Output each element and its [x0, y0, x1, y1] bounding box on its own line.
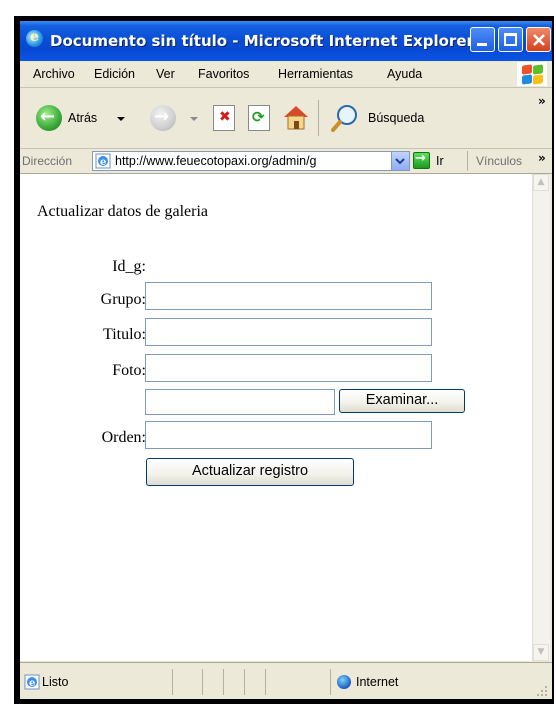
title-bar[interactable]: e Documento sin título - Microsoft Inter…	[20, 21, 552, 61]
titulo-input[interactable]	[145, 318, 432, 346]
standard-toolbar: ← Atrás → ✖ ⟳ Búsqueda »	[20, 88, 552, 149]
scroll-up-icon[interactable]: ▲	[533, 174, 549, 191]
foto-input[interactable]	[145, 354, 432, 382]
toolbar-overflow-icon[interactable]: »	[538, 94, 546, 108]
foto-label: Foto:	[112, 362, 146, 379]
back-icon[interactable]: ←	[36, 105, 62, 131]
address-url[interactable]: http://www.feuecotopaxi.org/admin/g	[115, 154, 387, 168]
chevron-down-icon	[395, 158, 405, 165]
minimize-icon	[477, 43, 487, 46]
id-label: Id_g:	[112, 258, 146, 275]
close-button[interactable]	[526, 27, 551, 52]
page-content: Actualizar datos de galeria Id_g: Grupo:…	[20, 174, 532, 661]
svg-text:e: e	[100, 157, 106, 168]
titulo-label: Titulo:	[103, 326, 146, 343]
browser-window: e Documento sin título - Microsoft Inter…	[20, 21, 552, 699]
close-icon	[533, 34, 545, 46]
vertical-scrollbar[interactable]: ▲ ▼	[532, 174, 550, 661]
resize-grip-icon[interactable]	[534, 683, 548, 697]
menu-ver[interactable]: Ver	[156, 67, 175, 81]
grupo-label: Grupo:	[100, 291, 146, 308]
security-zone-label: Internet	[356, 675, 399, 689]
page-heading: Actualizar datos de galeria	[37, 203, 209, 220]
foto-file-input[interactable]	[145, 389, 335, 415]
menu-herramientas[interactable]: Herramientas	[278, 67, 353, 81]
refresh-icon[interactable]: ⟳	[248, 105, 270, 131]
status-text: Listo	[42, 675, 69, 689]
go-arrow-icon[interactable]: →	[413, 151, 430, 169]
grupo-input[interactable]	[145, 282, 432, 310]
stop-icon[interactable]: ✖	[213, 105, 235, 131]
address-bar: Dirección e http://www.feuecotopaxi.org/…	[20, 149, 552, 174]
links-overflow-icon[interactable]: »	[538, 151, 546, 165]
minimize-button[interactable]	[470, 27, 495, 52]
maximize-button[interactable]	[498, 27, 523, 52]
status-page-icon: e	[24, 674, 40, 690]
status-bar: e Listo Internet	[20, 662, 552, 699]
go-button[interactable]: Ir	[436, 154, 444, 168]
internet-zone-icon	[337, 675, 351, 689]
maximize-icon	[504, 33, 517, 46]
submit-button[interactable]: Actualizar registro	[146, 458, 354, 486]
screenshot-frame: e Documento sin título - Microsoft Inter…	[0, 0, 556, 706]
status-separator	[172, 669, 173, 695]
address-label: Dirección	[22, 154, 73, 168]
window-title: Documento sin título - Microsoft Interne…	[50, 32, 474, 50]
links-button[interactable]: Vínculos	[476, 154, 522, 168]
toolbar-separator	[318, 100, 319, 136]
svg-text:e: e	[29, 678, 35, 689]
menu-edicion[interactable]: Edición	[94, 67, 135, 81]
ie-logo-icon: e	[26, 29, 43, 47]
status-separator	[244, 669, 245, 695]
menu-bar: Archivo Edición Ver Favoritos Herramient…	[20, 61, 552, 88]
scroll-down-icon[interactable]: ▼	[533, 644, 549, 661]
windows-logo-icon	[517, 62, 547, 86]
forward-dropdown-icon[interactable]	[190, 117, 198, 121]
address-input[interactable]: e http://www.feuecotopaxi.org/admin/g	[92, 151, 410, 171]
orden-input[interactable]	[145, 421, 432, 449]
status-separator	[223, 669, 224, 695]
menu-archivo[interactable]: Archivo	[33, 67, 75, 81]
menu-ayuda[interactable]: Ayuda	[387, 67, 422, 81]
back-label[interactable]: Atrás	[68, 111, 97, 125]
status-separator	[202, 669, 203, 695]
back-dropdown-icon[interactable]	[117, 117, 125, 121]
search-label[interactable]: Búsqueda	[368, 111, 424, 125]
status-separator	[330, 669, 331, 695]
page-icon: e	[95, 153, 111, 169]
menu-favoritos[interactable]: Favoritos	[198, 67, 249, 81]
status-separator	[265, 669, 266, 695]
orden-label: Orden:	[101, 429, 146, 446]
search-icon[interactable]	[330, 103, 362, 133]
browse-button[interactable]: Examinar...	[339, 389, 465, 413]
forward-icon[interactable]: →	[150, 105, 176, 131]
address-separator	[467, 151, 468, 171]
address-dropdown-icon[interactable]	[391, 152, 409, 170]
home-icon[interactable]	[281, 103, 311, 131]
